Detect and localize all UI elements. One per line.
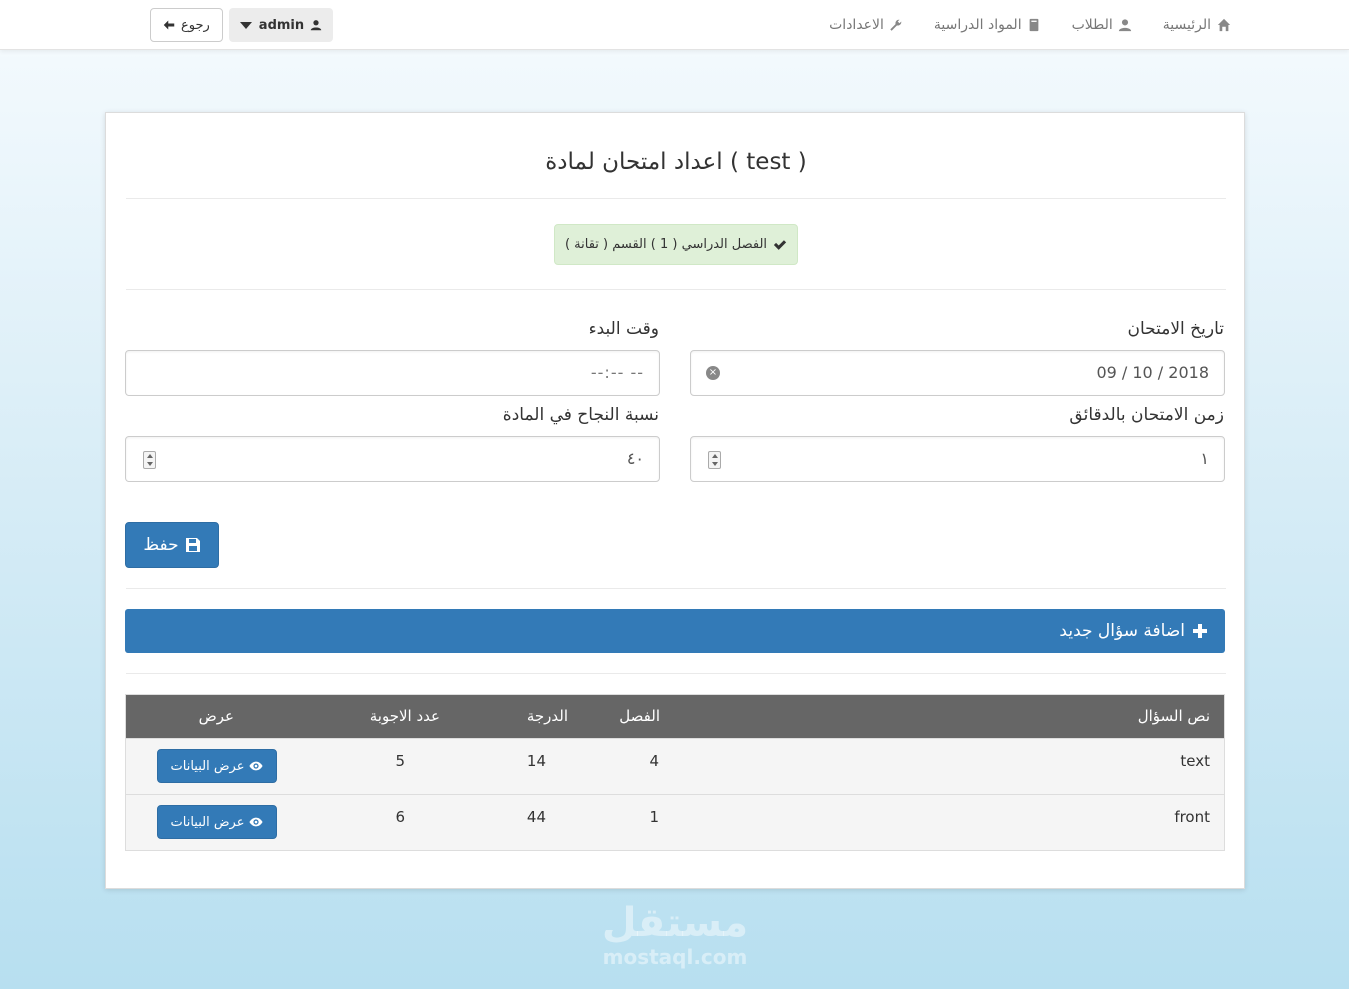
cell-chapter: 4	[649, 752, 659, 770]
clear-icon[interactable]: ×	[706, 366, 720, 380]
save-button[interactable]: حفظ	[125, 522, 219, 568]
cell-answers: 5	[395, 752, 405, 770]
nav-item-home[interactable]: الرئيسية	[1163, 17, 1231, 33]
plus-icon	[1193, 624, 1207, 638]
add-question-button[interactable]: اضافة سؤال جديد	[125, 609, 1225, 653]
eye-icon	[249, 817, 264, 827]
nav-links: الرئيسية الطلاب المواد الدراسية الاعدادا…	[799, 0, 1231, 50]
header-grade: الدرجة	[526, 707, 568, 725]
user-dropdown-button[interactable]: admin	[228, 8, 334, 42]
nav-item-label: الرئيسية	[1162, 17, 1211, 33]
questions-table: نص السؤال الفصل الدرجة عدد الاجوبة عرض t…	[125, 694, 1225, 851]
back-button[interactable]: رجوع	[150, 8, 223, 42]
nav-left-actions: رجوع admin	[150, 8, 334, 42]
pass-rate-field[interactable]: ٤٠	[125, 436, 660, 482]
cell-grade: 44	[526, 808, 546, 826]
start-time-placeholder: --:-- --	[590, 363, 644, 382]
badge-wrap: الفصل الدراسي ( 1 ) القسم ( تقانة )	[106, 224, 1246, 265]
header-view: عرض	[198, 707, 234, 725]
page-title: اعداد امتحان لمادة ( test )	[545, 149, 807, 175]
save-button-label: حفظ	[143, 535, 179, 555]
user-icon	[1118, 18, 1133, 33]
eye-icon	[249, 761, 264, 771]
exam-date-field[interactable]: 09 / 10 / 2018 ×	[690, 350, 1225, 396]
book-icon	[1027, 18, 1042, 33]
cell-answers: 6	[395, 808, 405, 826]
nav-item-label: المواد الدراسية	[933, 17, 1022, 33]
exam-date-value: 09 / 10 / 2018	[1096, 363, 1209, 382]
table-row: front 1 44 6 عرض البيانات	[126, 794, 1224, 850]
nav-item-students[interactable]: الطلاب	[1072, 17, 1133, 33]
spinner-icon[interactable]	[708, 451, 721, 469]
spinner-icon[interactable]	[143, 451, 156, 469]
divider	[126, 289, 1226, 290]
pass-rate-value: ٤٠	[626, 449, 644, 468]
nav-item-label: الاعدادات	[829, 17, 884, 33]
back-button-label: رجوع	[181, 17, 210, 33]
watermark-english: mostaql.com	[602, 945, 748, 969]
top-navbar: الرئيسية الطلاب المواد الدراسية الاعدادا…	[0, 0, 1349, 50]
user-name: admin	[258, 17, 305, 33]
floppy-disk-icon	[185, 538, 200, 552]
header-question-text: نص السؤال	[1137, 707, 1210, 725]
home-icon	[1216, 18, 1231, 33]
add-question-label: اضافة سؤال جديد	[1059, 621, 1185, 641]
view-data-label: عرض البيانات	[170, 814, 245, 830]
duration-label: زمن الامتحان بالدقائق	[1069, 405, 1224, 425]
start-time-label: وقت البدء	[588, 319, 659, 339]
badge-text: الفصل الدراسي ( 1 ) القسم ( تقانة )	[564, 237, 768, 252]
duration-value: ١	[1200, 449, 1209, 468]
divider	[126, 198, 1226, 199]
watermark-logo: مستقل mostaql.com	[590, 900, 760, 968]
semester-badge: الفصل الدراسي ( 1 ) القسم ( تقانة )	[553, 224, 799, 265]
cell-chapter: 1	[649, 808, 659, 826]
cell-question-text: text	[1180, 752, 1210, 770]
nav-item-settings[interactable]: الاعدادات	[829, 17, 904, 33]
divider	[126, 588, 1226, 589]
check-icon	[773, 239, 787, 250]
table-header: نص السؤال الفصل الدرجة عدد الاجوبة عرض	[126, 695, 1224, 738]
duration-field[interactable]: ١	[690, 436, 1225, 482]
divider	[126, 673, 1226, 674]
header-answers: عدد الاجوبة	[369, 707, 440, 725]
caret-down-icon	[239, 21, 252, 29]
view-data-button[interactable]: عرض البيانات	[157, 805, 277, 839]
nav-item-subjects[interactable]: المواد الدراسية	[934, 17, 1042, 33]
view-data-label: عرض البيانات	[170, 758, 245, 774]
pass-rate-label: نسبة النجاح في المادة	[502, 405, 659, 425]
arrow-left-icon	[163, 20, 175, 30]
cell-grade: 14	[526, 752, 546, 770]
user-icon	[310, 20, 322, 31]
header-chapter: الفصل	[619, 707, 660, 725]
exam-setup-panel: اعداد امتحان لمادة ( test ) الفصل الدراس…	[105, 112, 1245, 889]
view-data-button[interactable]: عرض البيانات	[157, 749, 277, 783]
start-time-field[interactable]: --:-- --	[125, 350, 660, 396]
wrench-icon	[889, 18, 904, 33]
watermark-arabic: مستقل	[601, 900, 749, 946]
nav-item-label: الطلاب	[1071, 17, 1113, 33]
exam-date-label: تاريخ الامتحان	[1127, 319, 1224, 339]
table-row: text 4 14 5 عرض البيانات	[126, 738, 1224, 794]
cell-question-text: front	[1174, 808, 1210, 826]
